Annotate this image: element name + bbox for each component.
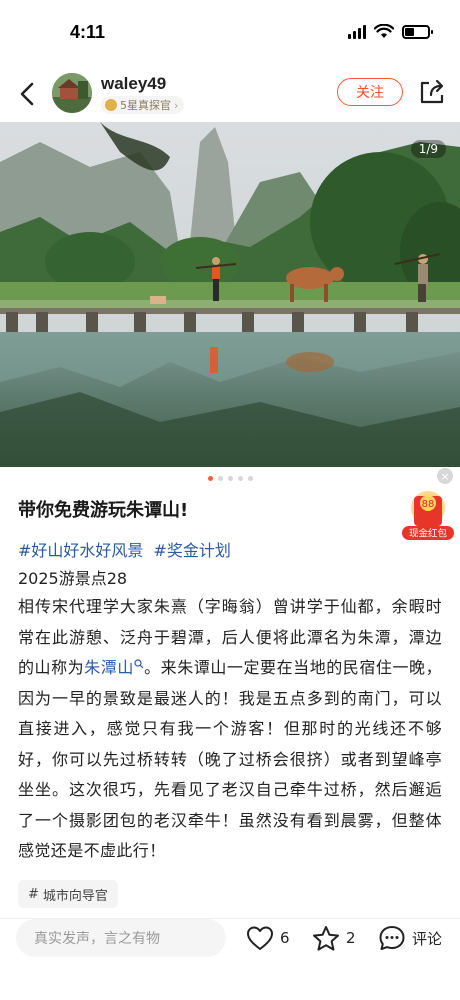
post-subtitle: 2025游景点28 — [18, 569, 128, 588]
pager-dot-active[interactable] — [207, 476, 213, 481]
post-photo[interactable]: 1/9 — [0, 122, 460, 467]
comment-button[interactable]: 评论 — [378, 922, 442, 954]
pager-dot[interactable] — [217, 476, 223, 481]
star-icon — [313, 925, 339, 951]
photo-pager — [0, 476, 460, 484]
comment-icon — [379, 926, 405, 950]
collect-count: 2 — [346, 929, 356, 947]
topic-chip[interactable]: # 城市向导官 — [18, 880, 118, 908]
level-badge[interactable]: 5星真探官 › — [101, 96, 185, 114]
like-button[interactable]: 6 — [246, 922, 290, 954]
battery-icon — [402, 24, 433, 39]
share-icon[interactable] — [418, 78, 446, 106]
username[interactable]: waley49 — [101, 74, 166, 94]
pager-dot[interactable] — [227, 476, 233, 481]
status-icons — [348, 24, 433, 39]
collect-button[interactable]: 2 — [312, 922, 356, 954]
hashtag-icon: # — [28, 886, 39, 902]
level-label: 5星真探官 — [120, 99, 171, 112]
back-icon[interactable] — [12, 74, 44, 114]
heart-icon — [247, 926, 273, 950]
search-icon — [134, 659, 144, 669]
red-packet-icon[interactable]: 88 现金红包 — [402, 488, 454, 540]
post-body: 相传宋代理学大家朱熹（字晦翁）曾讲学于仙都，余暇时常在此游憩、泛舟于碧潭，后人便… — [18, 592, 442, 867]
pager-dot[interactable] — [237, 476, 243, 481]
red-packet-label: 现金红包 — [409, 528, 448, 540]
close-ad-icon[interactable]: × — [437, 468, 453, 484]
photo-counter: 1/9 — [410, 140, 446, 158]
comment-label: 评论 — [412, 929, 443, 948]
place-link[interactable]: 朱潭山 — [84, 658, 144, 677]
follow-button[interactable]: 关注 — [337, 78, 403, 106]
avatar-image — [52, 73, 92, 113]
tag-link[interactable]: #好山好水好风景 — [18, 537, 143, 561]
post-title: 带你免费游玩朱谭山! — [18, 500, 189, 521]
post-tags: #好山好水好风景 #奖金计划 — [18, 537, 231, 561]
chevron-right-icon: › — [174, 98, 179, 112]
landscape-image — [0, 122, 460, 467]
wifi-icon — [374, 24, 394, 38]
red-packet-amount: 88 — [422, 499, 435, 510]
body-text: 。来朱谭山一定要在当地的民宿住一晚，因为一早的景致是最迷人的！我是五点多到的南门… — [18, 658, 443, 860]
pager-dot[interactable] — [247, 476, 253, 481]
tag-link[interactable]: #奖金计划 — [153, 537, 230, 561]
status-bar: 4:11 — [0, 0, 460, 66]
post-header: waley49 5星真探官 › 关注 — [0, 66, 460, 122]
avatar[interactable] — [52, 73, 92, 113]
medal-icon — [105, 99, 117, 111]
status-time: 4:11 — [70, 22, 106, 42]
place-link-label: 朱潭山 — [84, 658, 134, 677]
like-count: 6 — [280, 929, 290, 947]
signal-icon — [348, 24, 366, 39]
topic-label: 城市向导官 — [42, 888, 108, 904]
comment-input[interactable]: 真实发声，言之有物 — [16, 919, 226, 957]
